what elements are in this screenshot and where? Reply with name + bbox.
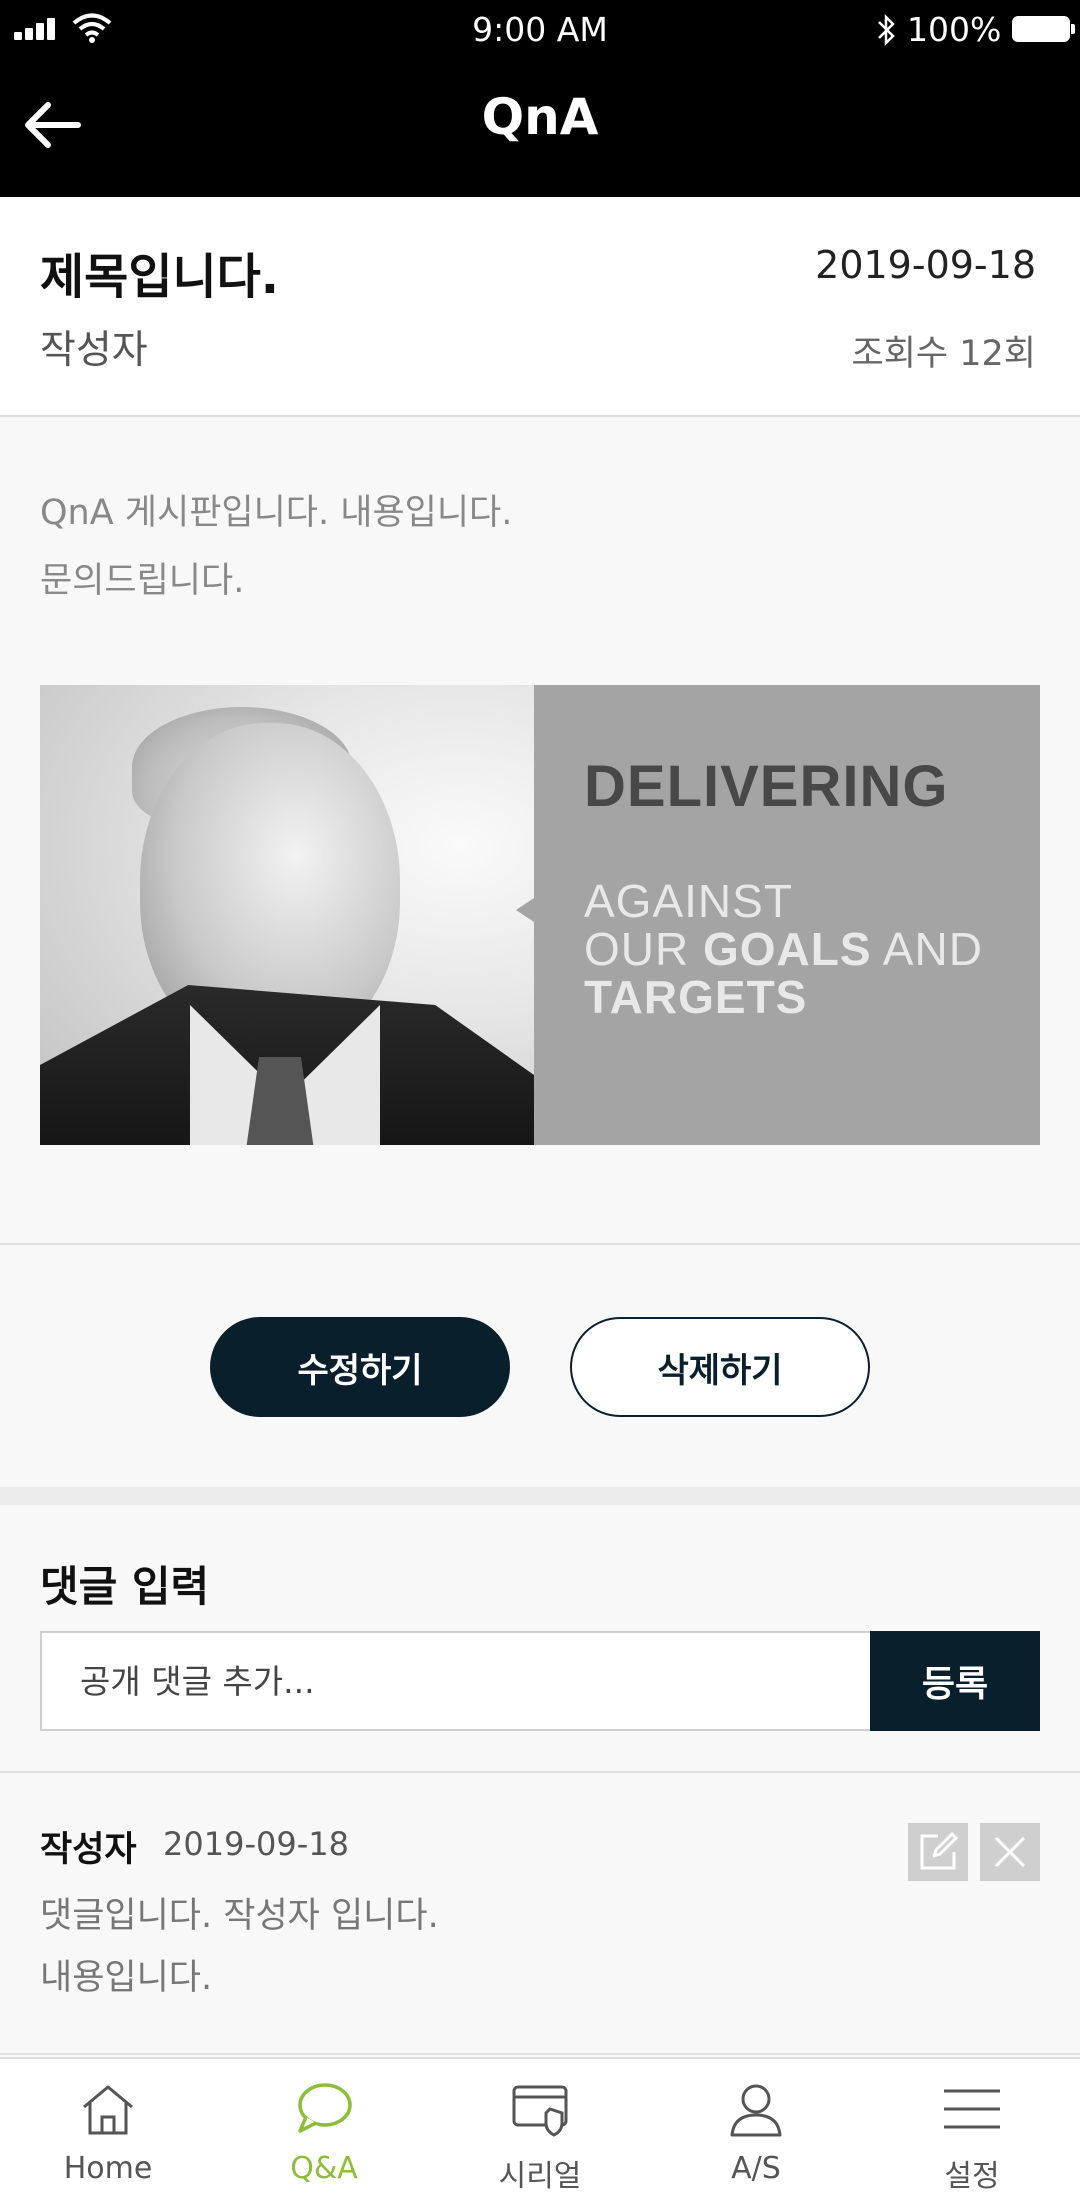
image-text-line: OUR GOALS AND <box>584 923 983 975</box>
nav-item-home[interactable]: Home <box>0 2059 216 2200</box>
chat-bubble-icon <box>298 2083 352 2133</box>
nav-label-serial: 시리얼 <box>498 2159 582 2194</box>
comment-item: 작성자 2019-09-18 댓글입니다. 작성자 입니다. 내용입니다. <box>0 1773 1080 2055</box>
nav-item-qna[interactable]: Q&A <box>216 2059 432 2200</box>
image-text-line: DELIVERING <box>584 754 949 819</box>
menu-icon <box>944 2089 1000 2129</box>
person-icon <box>730 2084 782 2137</box>
nav-label-qna: Q&A <box>290 2151 358 2186</box>
post-date: 2019-09-18 <box>815 243 1036 287</box>
nav-label-settings: 설정 <box>944 2159 1000 2194</box>
edit-button[interactable]: 수정하기 <box>210 1317 510 1417</box>
comment-input[interactable] <box>40 1631 872 1731</box>
comment-text-line: 댓글입니다. 작성자 입니다. <box>40 1896 439 1936</box>
app-header: 9:00 AM 100% QnA <box>0 0 1080 197</box>
comment-date: 2019-09-18 <box>163 1825 349 1863</box>
edit-icon <box>920 1832 958 1870</box>
post-actions: 수정하기 삭제하기 <box>0 1247 1080 1487</box>
comment-text: 댓글입니다. 작성자 입니다. 내용입니다. <box>40 1885 439 2009</box>
nav-label-as: A/S <box>731 2151 781 2186</box>
battery-percentage: 100% <box>907 10 1002 49</box>
close-icon <box>994 1836 1026 1868</box>
post-content-line: QnA 게시판입니다. 내용입니다. <box>40 493 513 533</box>
post-view-count: 조회수 12회 <box>851 334 1036 374</box>
post-body: QnA 게시판입니다. 내용입니다. 문의드립니다. DELIVERING AG… <box>0 419 1080 1245</box>
comment-author: 작성자 <box>40 1830 137 1870</box>
page-title: QnA <box>481 88 599 146</box>
image-text-line: TARGETS <box>584 971 808 1023</box>
post-title: 제목입니다. <box>40 249 280 305</box>
battery-icon <box>1012 16 1075 42</box>
post-content: QnA 게시판입니다. 내용입니다. 문의드립니다. <box>40 479 512 615</box>
status-bar: 9:00 AM 100% <box>0 0 1080 60</box>
post-image: DELIVERING AGAINST OUR GOALS AND TARGETS <box>40 685 1040 1145</box>
nav-item-as[interactable]: A/S <box>648 2059 864 2200</box>
delete-comment-button[interactable] <box>980 1823 1040 1881</box>
edit-comment-button[interactable] <box>908 1823 968 1881</box>
post-author: 작성자 <box>40 328 148 373</box>
serial-card-icon <box>512 2085 568 2137</box>
bluetooth-icon <box>878 13 895 47</box>
portrait-photo <box>40 685 534 1145</box>
delete-button[interactable]: 삭제하기 <box>570 1317 870 1417</box>
home-icon <box>83 2085 133 2135</box>
nav-label-home: Home <box>63 2151 153 2186</box>
submit-comment-button[interactable]: 등록 <box>870 1631 1040 1731</box>
nav-item-serial[interactable]: 시리얼 <box>432 2059 648 2200</box>
comment-input-label: 댓글 입력 <box>40 1562 210 1611</box>
post-header: 제목입니다. 2019-09-18 작성자 조회수 12회 <box>0 197 1080 417</box>
section-divider <box>0 1487 1080 1505</box>
bottom-navigation: Home Q&A 시리얼 A/S 설정 <box>0 2057 1080 2200</box>
comment-text-line: 내용입니다. <box>40 1958 213 1998</box>
nav-item-settings[interactable]: 설정 <box>864 2059 1080 2200</box>
post-content-line: 문의드립니다. <box>40 561 245 601</box>
image-text-line: AGAINST <box>584 875 793 927</box>
comment-input-section: 댓글 입력 등록 <box>0 1505 1080 1773</box>
